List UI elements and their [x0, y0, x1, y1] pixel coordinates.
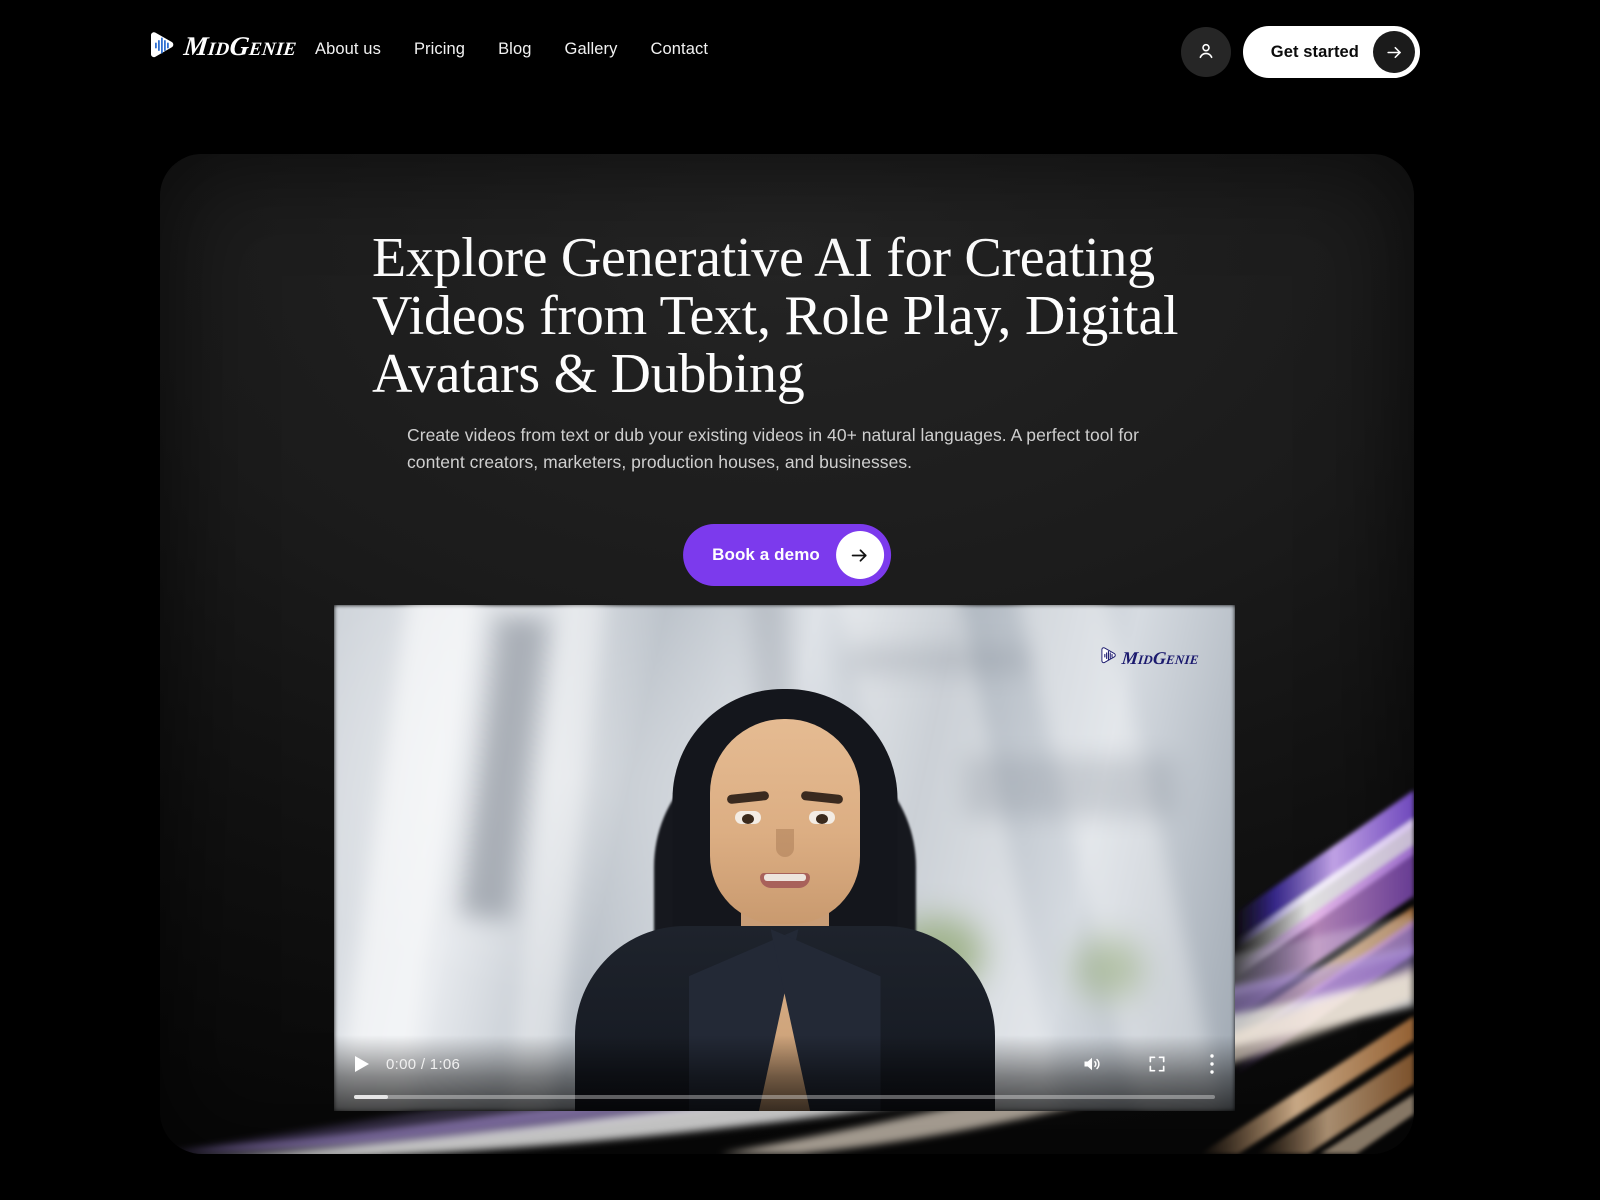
brand-name: MidGenie: [182, 30, 299, 61]
video-watermark-label: MidGenie: [1121, 648, 1201, 668]
brand-logo[interactable]: MidGenie: [148, 30, 299, 61]
video-progress-fill: [354, 1095, 389, 1099]
fullscreen-icon: [1149, 1056, 1165, 1072]
nav-item-gallery[interactable]: Gallery: [565, 40, 618, 59]
main-navigation: About us Pricing Blog Gallery Contact: [315, 40, 708, 59]
hero-video-player[interactable]: MidGenie 0:00 / 1:06: [334, 605, 1235, 1111]
mute-button[interactable]: [1081, 1054, 1103, 1074]
nav-item-contact[interactable]: Contact: [650, 40, 708, 59]
nav-item-about-us[interactable]: About us: [315, 40, 381, 59]
arrow-right-icon: [1373, 31, 1415, 73]
book-a-demo-label: Book a demo: [712, 545, 820, 564]
page-title: Explore Generative AI for Creating Video…: [372, 227, 1179, 406]
video-watermark: MidGenie: [1100, 647, 1201, 670]
arrow-right-icon: [835, 531, 884, 579]
nav-item-pricing[interactable]: Pricing: [414, 40, 465, 59]
get-started-label: Get started: [1270, 42, 1359, 61]
nav-item-blog[interactable]: Blog: [498, 40, 531, 59]
more-vertical-icon: [1210, 1054, 1214, 1074]
user-icon: [1196, 41, 1216, 64]
fullscreen-button[interactable]: [1147, 1054, 1167, 1074]
video-time-display: 0:00 / 1:06: [386, 1055, 461, 1073]
hero-card: Explore Generative AI for Creating Video…: [160, 154, 1414, 1154]
get-started-button[interactable]: Get started: [1242, 26, 1420, 78]
more-options-button[interactable]: [1209, 1053, 1215, 1075]
volume-icon: [1084, 1057, 1100, 1071]
book-a-demo-button[interactable]: Book a demo: [683, 524, 891, 586]
landing-page: MidGenie About us Pricing Blog Gallery C…: [0, 0, 1600, 1200]
site-header: MidGenie About us Pricing Blog Gallery C…: [0, 0, 1600, 102]
play-waveform-icon: [148, 31, 176, 61]
video-progress-bar[interactable]: [354, 1095, 1215, 1099]
account-button[interactable]: [1180, 27, 1231, 77]
hero-subtitle: Create videos from text or dub your exis…: [407, 425, 1139, 473]
play-button[interactable]: [354, 1055, 370, 1073]
play-waveform-icon: [1100, 647, 1117, 670]
header-actions: Get started: [1180, 26, 1420, 78]
play-icon: [355, 1056, 369, 1072]
video-controls: 0:00 / 1:06: [334, 1035, 1235, 1111]
